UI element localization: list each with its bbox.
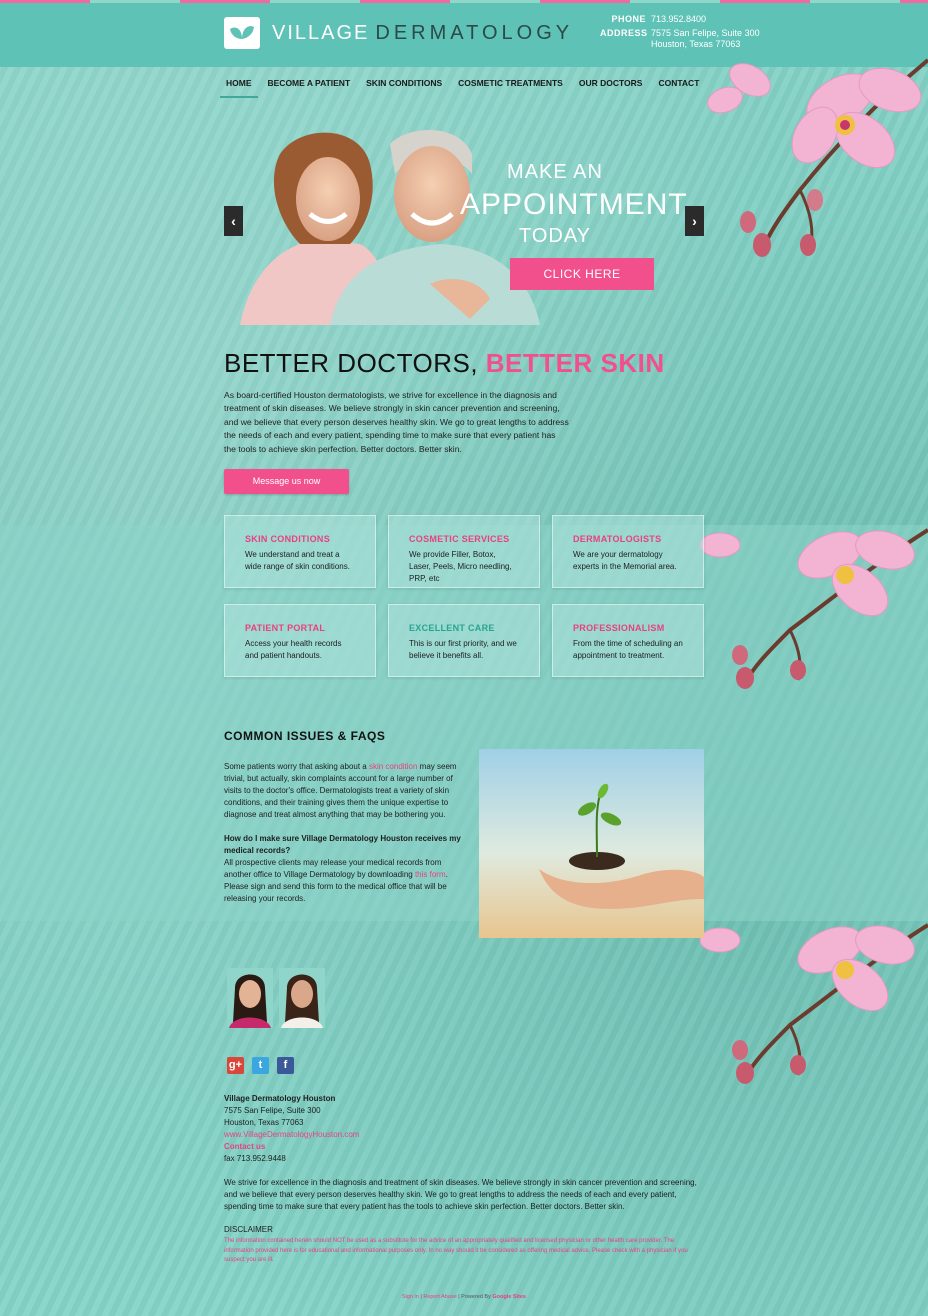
doctor-photo-1[interactable] bbox=[227, 968, 273, 1028]
nav-skin-conditions[interactable]: SKIN CONDITIONS bbox=[360, 74, 448, 98]
orchid-branch-image-3 bbox=[699, 923, 928, 1084]
facebook-icon[interactable]: f bbox=[277, 1057, 294, 1074]
disclaimer-text: The information contained herein should … bbox=[224, 1238, 688, 1263]
site-logo[interactable]: VILLAGE DERMATOLOGY bbox=[224, 17, 573, 49]
faq-question: How do I make sure Village Dermatology H… bbox=[224, 834, 461, 855]
page-headline: BETTER DOCTORS, BETTER SKIN bbox=[224, 348, 665, 378]
contact-us-link[interactable]: Contact us bbox=[224, 1141, 359, 1153]
nav-our-doctors[interactable]: OUR DOCTORS bbox=[573, 74, 649, 98]
sign-in-link[interactable]: Sign in bbox=[402, 1294, 419, 1300]
disclaimer-title: DISCLAIMER bbox=[224, 1225, 273, 1234]
main-nav: HOME BECOME A PATIENT SKIN CONDITIONS CO… bbox=[220, 74, 709, 98]
website-link[interactable]: www.VillageDermatologyHouston.com bbox=[224, 1129, 359, 1141]
faq-heading: COMMON ISSUES & FAQS bbox=[224, 729, 386, 743]
card-patient-portal[interactable]: PATIENT PORTAL Access your health records… bbox=[224, 604, 376, 677]
hero-slider: ‹ › MAKE AN APPOINTMENT TODAY CLICK HERE bbox=[224, 100, 704, 325]
card-skin-conditions[interactable]: SKIN CONDITIONS We understand and treat a… bbox=[224, 515, 376, 588]
nav-cosmetic-treatments[interactable]: COSMETIC TREATMENTS bbox=[452, 74, 569, 98]
orchid-branch-image bbox=[707, 58, 928, 257]
footer-about: We strive for excellence in the diagnosi… bbox=[224, 1178, 697, 1211]
intro-paragraph: As board-certified Houston dermatologist… bbox=[224, 390, 569, 454]
this-form-link[interactable]: this form bbox=[415, 870, 446, 879]
leaf-logo-icon bbox=[224, 17, 260, 49]
orchid-branch-image-2 bbox=[699, 528, 928, 689]
card-professionalism[interactable]: PROFESSIONALISM From the time of scheduli… bbox=[552, 604, 704, 677]
doctor-photo-2[interactable] bbox=[279, 968, 325, 1028]
footer-contact: Village Dermatology Houston 7575 San Fel… bbox=[224, 1094, 360, 1163]
report-abuse-link[interactable]: Report Abuse bbox=[423, 1294, 456, 1300]
logo-text: VILLAGE DERMATOLOGY bbox=[272, 21, 574, 44]
slider-prev-button[interactable]: ‹ bbox=[224, 206, 243, 236]
phone-number[interactable]: 713.952.8400 bbox=[651, 14, 706, 24]
card-dermatologists[interactable]: DERMATOLOGISTS We are your dermatology ex… bbox=[552, 515, 704, 588]
nav-home[interactable]: HOME bbox=[220, 74, 258, 98]
appointment-headline: MAKE AN APPOINTMENT TODAY bbox=[460, 161, 688, 247]
card-excellent-care[interactable]: EXCELLENT CARE This is our first priority… bbox=[388, 604, 540, 677]
slider-next-button[interactable]: › bbox=[685, 206, 704, 236]
google-sites-link[interactable]: Google Sites bbox=[492, 1294, 526, 1300]
nav-become-a-patient[interactable]: BECOME A PATIENT bbox=[262, 74, 357, 98]
message-us-button[interactable]: Message us now bbox=[224, 469, 349, 494]
skin-condition-link[interactable]: skin condition bbox=[369, 762, 417, 771]
seedling-in-hands-image bbox=[479, 749, 704, 938]
click-here-button[interactable]: CLICK HERE bbox=[510, 258, 654, 290]
google-plus-icon[interactable]: g+ bbox=[227, 1057, 244, 1074]
site-bottom-bar: Sign in | Report Abuse | Powered By Goog… bbox=[402, 1294, 526, 1300]
twitter-icon[interactable]: t bbox=[252, 1057, 269, 1074]
card-cosmetic-services[interactable]: COSMETIC SERVICES We provide Filler, Boto… bbox=[388, 515, 540, 588]
faq-content: Some patients worry that asking about a … bbox=[224, 761, 464, 917]
